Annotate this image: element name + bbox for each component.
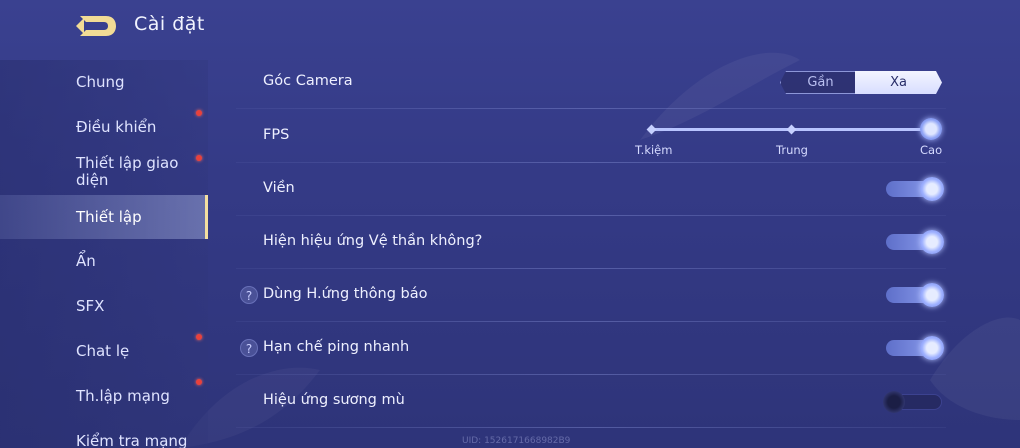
setting-label: Viền: [263, 180, 295, 196]
toggle-knob: [920, 336, 944, 360]
sidebar-item-controls[interactable]: Điều khiển: [0, 109, 208, 145]
sidebar-item-label: Chung: [76, 72, 125, 91]
fps-slider-handle[interactable]: [920, 118, 942, 140]
notification-dot: [196, 379, 202, 385]
setting-row-notify-effect: ? Dùng H.ứng thông báo: [236, 269, 946, 322]
sidebar-item-general[interactable]: Chung: [0, 64, 208, 100]
back-arrow-icon: [76, 16, 116, 36]
sidebar-item-network[interactable]: Th.lập mạng: [0, 378, 208, 414]
setting-row-fog-effect: Hiệu ứng sương mù: [236, 375, 946, 428]
setting-label: FPS: [263, 127, 290, 143]
quick-ping-toggle[interactable]: [886, 336, 944, 360]
sidebar-item-settings[interactable]: Thiết lập: [0, 195, 208, 239]
setting-label: Dùng H.ứng thông báo: [263, 286, 428, 302]
setting-label: Hiệu ứng sương mù: [263, 392, 405, 408]
setting-row-quick-ping: ? Hạn chế ping nhanh: [236, 322, 946, 375]
sidebar-item-label: Thiết lập giao diện: [76, 154, 179, 189]
user-id-label: UID: 1526171668982B9: [462, 436, 571, 446]
toggle-knob: [920, 230, 944, 254]
toggle-knob: [920, 283, 944, 307]
header-bar: Cài đặt: [0, 0, 1020, 52]
sidebar-item-label: Điều khiển: [76, 117, 157, 136]
guardian-effect-toggle[interactable]: [886, 230, 944, 254]
toggle-knob: [920, 177, 944, 201]
sidebar-item-label: Kiểm tra mạng: [76, 431, 188, 448]
notification-dot: [196, 110, 202, 116]
sidebar-item-quick-chat[interactable]: Chat lẹ: [0, 333, 208, 369]
row-divider: [236, 427, 946, 428]
camera-option-far[interactable]: Xa: [855, 71, 942, 94]
setting-row-guardian-effect: Hiện hiệu ứng Vệ thần không?: [236, 216, 946, 269]
fog-effect-toggle[interactable]: [883, 391, 942, 413]
sidebar-item-label: Chat lẹ: [76, 341, 130, 360]
camera-option-near[interactable]: Gần: [780, 71, 860, 94]
fps-level-high: Cao: [920, 143, 943, 157]
sidebar-item-label: SFX: [76, 296, 105, 315]
page-title: Cài đặt: [134, 13, 205, 35]
setting-label: Góc Camera: [263, 73, 353, 89]
outline-toggle[interactable]: [886, 177, 944, 201]
sidebar-item-label: Th.lập mạng: [76, 386, 170, 405]
fps-level-medium: Trung: [776, 143, 808, 157]
setting-row-outline: Viền: [236, 163, 946, 216]
notification-dot: [196, 334, 202, 340]
help-circle-icon[interactable]: ?: [240, 286, 258, 304]
notify-effect-toggle[interactable]: [886, 283, 944, 307]
sidebar-item-interface[interactable]: Thiết lập giao diện: [0, 154, 208, 190]
sidebar-item-hide[interactable]: Ẩn: [0, 243, 208, 279]
help-circle-icon[interactable]: ?: [240, 339, 258, 357]
back-button[interactable]: [76, 12, 120, 40]
toggle-knob: [883, 391, 905, 413]
sidebar-item-sfx[interactable]: SFX: [0, 288, 208, 324]
fps-level-low: T.kiệm: [635, 143, 673, 157]
camera-segmented-control: Gần Xa: [780, 71, 942, 94]
sidebar-item-label: Ẩn: [76, 251, 96, 270]
setting-row-fps: FPS: [236, 109, 946, 162]
setting-label: Hiện hiệu ứng Vệ thần không?: [263, 233, 483, 249]
sidebar-item-label: Thiết lập: [76, 207, 142, 226]
sidebar-item-network-test[interactable]: Kiểm tra mạng: [0, 424, 208, 448]
setting-label: Hạn chế ping nhanh: [263, 339, 410, 355]
notification-dot: [196, 155, 202, 161]
